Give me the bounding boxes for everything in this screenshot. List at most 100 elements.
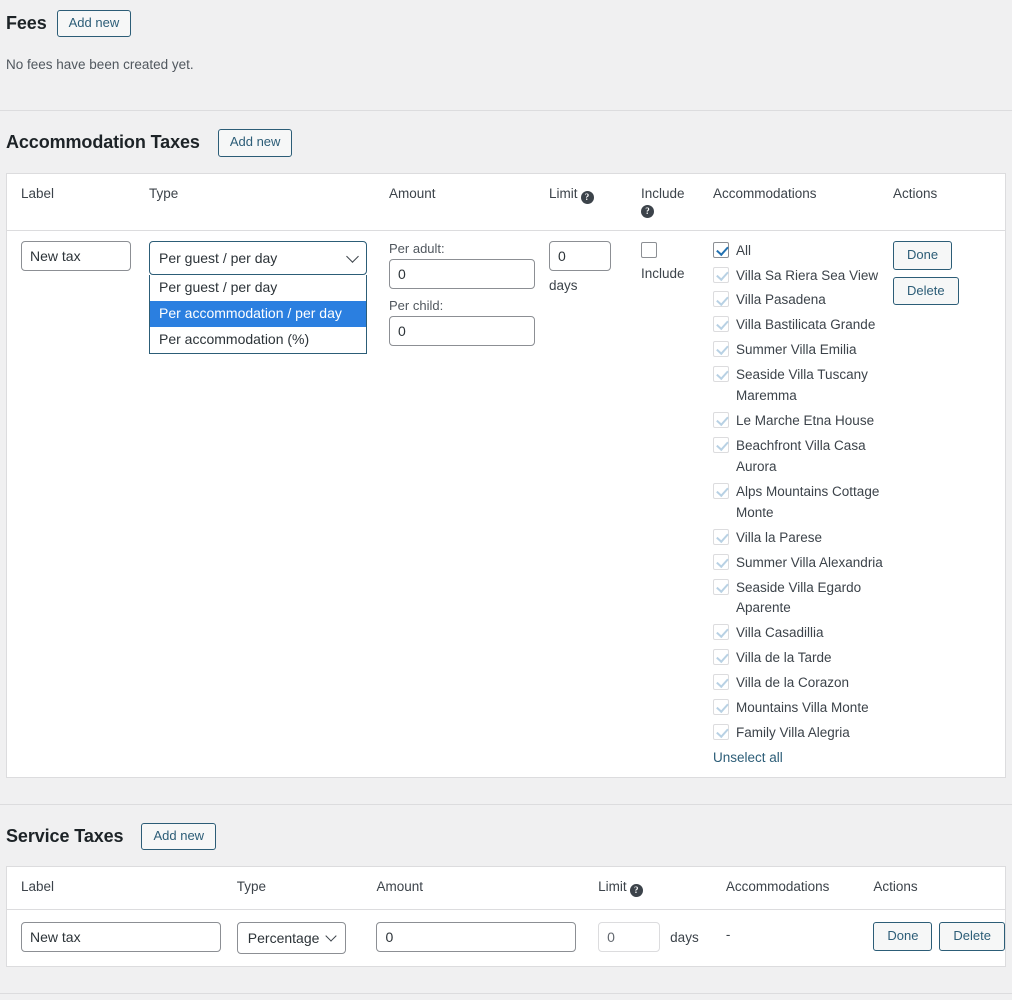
accommodation-item[interactable]: Beachfront Villa Casa Aurora	[713, 436, 891, 478]
accommodation-taxes-add-new-button[interactable]: Add new	[217, 129, 293, 157]
service-tax-type-select[interactable]: Percentage	[236, 922, 347, 955]
accommodation-all-label: All	[736, 242, 752, 258]
accommodation-checkbox[interactable]	[713, 316, 729, 333]
accommodation-label: Villa Casadillia	[736, 625, 824, 641]
accommodation-checkbox[interactable]	[713, 624, 729, 641]
done-button[interactable]: Done	[893, 240, 953, 270]
service-taxes-add-new-button[interactable]: Add new	[141, 822, 217, 851]
column-header-limit: Limit?	[598, 867, 726, 911]
tax-type-select-wrapper: Per guest / per day Per guest / per day …	[149, 240, 367, 355]
limit-input[interactable]	[549, 240, 611, 271]
limit-help-icon[interactable]: ?	[580, 190, 594, 204]
limit-help-icon[interactable]: ?	[629, 884, 643, 898]
service-tax-type-value: Percentage	[247, 930, 320, 947]
tax-label-input[interactable]	[21, 240, 131, 271]
fees-title: Fees	[6, 13, 47, 34]
accommodation-checkbox[interactable]	[713, 341, 729, 358]
accommodation-label: Alps Mountains Cottage Monte	[736, 483, 880, 520]
cell-amount	[376, 909, 599, 967]
per-child-label: Per child:	[389, 297, 444, 313]
include-checkbox[interactable]	[641, 241, 657, 258]
accommodation-item[interactable]: Villa Pasadena	[713, 290, 891, 311]
row-actions: Done Delete	[893, 240, 1005, 306]
tax-type-selected-value: Per guest / per day	[159, 249, 278, 266]
column-header-accommodations: Accommodations	[725, 867, 874, 911]
unselect-all-link[interactable]: Unselect all	[713, 750, 783, 765]
column-header-amount: Amount	[389, 173, 549, 231]
include-help-icon[interactable]: ?	[641, 204, 654, 218]
service-taxes-table-wrapper: Label Type Amount Limit? Accommodations …	[6, 866, 1006, 968]
column-header-type: Type	[149, 173, 389, 231]
accommodation-label: Seaside Villa Egardo Aparente	[736, 579, 862, 616]
accommodation-taxes-section: Accommodation Taxes Add new Label Type A…	[0, 111, 1012, 778]
cell-label	[7, 230, 149, 777]
tax-type-option-0[interactable]: Per guest / per day	[150, 275, 366, 301]
accommodation-all-checkbox[interactable]	[713, 241, 729, 258]
accommodation-taxes-header: Accommodation Taxes Add new	[0, 129, 1012, 157]
accommodation-item[interactable]: Villa de la Corazon	[713, 673, 891, 694]
accommodation-label: Villa Bastilicata Grande	[736, 317, 876, 333]
chevron-down-icon	[325, 930, 338, 942]
accommodation-item[interactable]: Seaside Villa Tuscany Maremma	[713, 365, 891, 407]
accommodation-checkbox[interactable]	[713, 266, 729, 283]
accommodation-checkbox[interactable]	[713, 366, 729, 383]
service-tax-limit-input[interactable]	[598, 922, 661, 953]
tax-type-option-2[interactable]: Per accommodation (%)	[150, 327, 366, 353]
accommodation-item[interactable]: Villa Sa Riera Sea View	[713, 266, 891, 287]
accommodation-taxes-table-wrapper: Label Type Amount Limit? Include? Accomm…	[6, 172, 1006, 778]
cell-limit: days	[549, 230, 641, 777]
accommodation-checkbox[interactable]	[713, 528, 729, 545]
settings-page: Fees Add new No fees have been created y…	[0, 0, 1012, 1000]
cell-actions: Done Delete	[873, 909, 1005, 967]
accommodation-item[interactable]: Villa Bastilicata Grande	[713, 315, 891, 336]
per-adult-label: Per adult:	[389, 240, 445, 256]
accommodation-item[interactable]: Villa la Parese	[713, 528, 891, 549]
delete-button[interactable]: Delete	[893, 276, 959, 306]
accommodation-checkbox[interactable]	[713, 482, 729, 499]
accommodation-checkbox[interactable]	[713, 412, 729, 429]
accommodation-checkbox[interactable]	[713, 724, 729, 741]
done-button[interactable]: Done	[873, 922, 933, 952]
column-header-include: Include?	[641, 173, 713, 231]
cell-type: Per guest / per day Per guest / per day …	[149, 230, 389, 777]
service-tax-label-input[interactable]	[21, 922, 221, 953]
cell-label	[7, 909, 237, 967]
fees-empty-message: No fees have been created yet.	[6, 57, 194, 73]
delete-button[interactable]: Delete	[939, 922, 1005, 952]
accommodation-item[interactable]: Alps Mountains Cottage Monte	[713, 482, 891, 524]
accommodation-checkbox[interactable]	[713, 553, 729, 570]
cell-actions: Done Delete	[893, 230, 1005, 777]
limit-days-label: days	[549, 277, 578, 293]
accommodation-item[interactable]: Seaside Villa Egardo Aparente	[713, 578, 891, 620]
chevron-down-icon	[346, 250, 359, 263]
per-adult-input[interactable]	[389, 258, 535, 289]
accommodation-item[interactable]: Villa de la Tarde	[713, 648, 891, 669]
accommodation-checkbox[interactable]	[713, 674, 729, 691]
accommodation-item[interactable]: Le Marche Etna House	[713, 411, 891, 432]
accommodation-label: Villa de la Tarde	[736, 650, 832, 666]
tax-type-options-list: Per guest / per day Per accommodation / …	[149, 275, 367, 355]
accommodation-checkbox[interactable]	[713, 649, 729, 666]
accommodation-checkbox[interactable]	[713, 436, 729, 453]
accommodation-item[interactable]: Mountains Villa Monte	[713, 698, 891, 719]
accommodation-taxes-table: Label Type Amount Limit? Include? Accomm…	[7, 173, 1005, 777]
service-tax-days-label: days	[670, 929, 699, 945]
accommodation-checkbox[interactable]	[713, 291, 729, 308]
tax-type-option-1[interactable]: Per accommodation / per day	[150, 301, 366, 328]
fees-header: Fees Add new	[0, 10, 1012, 38]
fees-add-new-button[interactable]: Add new	[56, 10, 132, 38]
accommodation-checkbox[interactable]	[713, 699, 729, 716]
tax-type-select[interactable]: Per guest / per day	[149, 240, 367, 276]
accommodation-item[interactable]: Villa Casadillia	[713, 623, 891, 644]
service-tax-amount-input[interactable]	[376, 922, 577, 953]
accommodation-items: Villa Sa Riera Sea View Villa Pasadena Vil…	[713, 266, 891, 744]
accommodation-item[interactable]: Summer Villa Alexandria	[713, 553, 891, 574]
accommodation-item[interactable]: Family Villa Alegria	[713, 723, 891, 744]
table-row: Per guest / per day Per guest / per day …	[7, 230, 1005, 777]
per-child-input[interactable]	[389, 315, 535, 346]
accommodation-item-all[interactable]: All	[713, 241, 891, 262]
accommodation-checkbox[interactable]	[713, 578, 729, 595]
table-header-row: Label Type Amount Limit? Accommodations …	[7, 867, 1005, 911]
cell-accommodations: All Villa Sa Riera Sea View Villa Pasaden…	[713, 230, 893, 777]
accommodation-item[interactable]: Summer Villa Emilia	[713, 340, 891, 361]
